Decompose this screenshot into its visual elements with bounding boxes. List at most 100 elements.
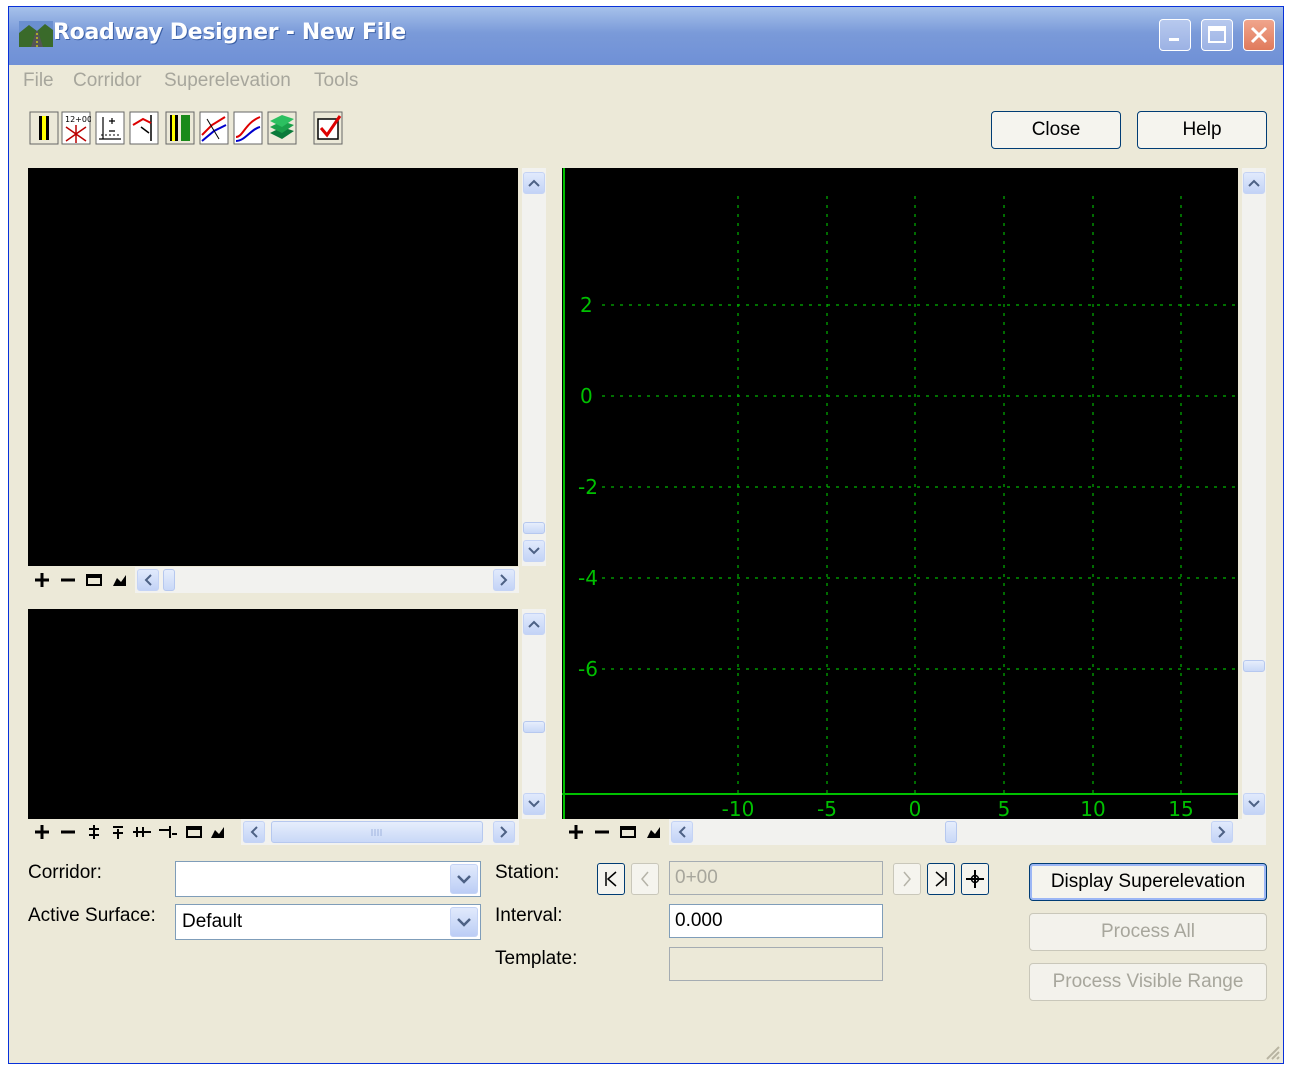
window-title: Roadway Designer - New File bbox=[53, 20, 406, 45]
corridor-dropdown-button[interactable] bbox=[450, 864, 478, 894]
previous-icon bbox=[641, 871, 649, 887]
resize-grip-icon[interactable] bbox=[1261, 1041, 1281, 1061]
active-surface-dropdown[interactable]: Default bbox=[175, 904, 481, 940]
active-surface-label: Active Surface: bbox=[28, 905, 156, 926]
plan-view-pane[interactable] bbox=[28, 168, 518, 566]
vertical-exaggerate-icon[interactable] bbox=[83, 821, 105, 843]
chevron-right-icon bbox=[500, 826, 508, 838]
close-button[interactable]: Close bbox=[991, 111, 1121, 149]
template-label: Template: bbox=[495, 948, 578, 969]
plan-view-vscroll[interactable] bbox=[522, 168, 546, 566]
menu-corridor[interactable]: Corridor bbox=[73, 70, 142, 92]
interval-field[interactable]: 0.000 bbox=[669, 904, 883, 938]
target-aliasing-icon[interactable] bbox=[267, 111, 297, 145]
scroll-right-button[interactable] bbox=[493, 821, 515, 843]
chevron-down-icon bbox=[1248, 800, 1260, 808]
station-lock-icon[interactable]: 12+00 bbox=[61, 111, 91, 145]
active-surface-dropdown-button[interactable] bbox=[450, 907, 478, 937]
station-field[interactable]: 0+00 bbox=[669, 861, 883, 895]
process-visible-range-button[interactable]: Process Visible Range bbox=[1029, 963, 1267, 1001]
x-tick-label: -10 bbox=[722, 797, 755, 819]
scroll-up-button[interactable] bbox=[1243, 172, 1265, 194]
station-label: Station: bbox=[495, 862, 560, 883]
scroll-right-button[interactable] bbox=[493, 569, 515, 591]
zoom-in-icon[interactable] bbox=[31, 569, 53, 591]
superelevation-view-vscroll[interactable] bbox=[1242, 168, 1266, 819]
scroll-right-button[interactable] bbox=[1211, 821, 1233, 843]
y-tick-label: -6 bbox=[578, 657, 598, 681]
scroll-left-button[interactable] bbox=[671, 821, 693, 843]
zoom-out-icon[interactable] bbox=[57, 569, 79, 591]
cross-section-hscroll[interactable] bbox=[241, 819, 519, 845]
cross-section-vscroll[interactable] bbox=[522, 609, 546, 819]
minimize-button[interactable] bbox=[1159, 19, 1191, 51]
point-controls-icon[interactable] bbox=[165, 111, 195, 145]
menu-bar: File Corridor Superelevation Tools bbox=[9, 65, 1283, 95]
scroll-thumb[interactable] bbox=[523, 721, 545, 733]
menu-tools[interactable]: Tools bbox=[314, 70, 358, 92]
corridor-dropdown[interactable] bbox=[175, 861, 481, 897]
window-area-icon[interactable] bbox=[617, 821, 639, 843]
menu-file[interactable]: File bbox=[23, 70, 54, 92]
scroll-down-button[interactable] bbox=[523, 540, 545, 562]
last-station-button[interactable] bbox=[927, 863, 955, 895]
next-icon bbox=[903, 871, 911, 887]
dense-points-icon[interactable] bbox=[95, 111, 125, 145]
alignment-icon[interactable] bbox=[129, 111, 159, 145]
scroll-thumb[interactable] bbox=[271, 821, 483, 843]
chevron-up-icon bbox=[1248, 179, 1260, 187]
window-close-button[interactable] bbox=[1243, 19, 1275, 51]
chevron-down-icon bbox=[457, 918, 471, 927]
locate-station-button[interactable] bbox=[961, 863, 989, 895]
zoom-in-icon[interactable] bbox=[31, 821, 53, 843]
plan-view-hscroll[interactable] bbox=[135, 567, 519, 593]
scroll-thumb[interactable] bbox=[1243, 660, 1265, 672]
scroll-down-button[interactable] bbox=[1243, 793, 1265, 815]
superelevation-grid: 2 0 -2 -4 -6 -10 -5 0 5 10 15 bbox=[562, 168, 1238, 821]
display-settings-icon[interactable] bbox=[313, 111, 343, 145]
scroll-thumb[interactable] bbox=[163, 569, 175, 591]
next-station-button[interactable] bbox=[893, 863, 921, 895]
scroll-thumb[interactable] bbox=[945, 821, 957, 843]
maximize-icon bbox=[1208, 26, 1226, 43]
first-station-button[interactable] bbox=[597, 863, 625, 895]
crosshair-icon bbox=[966, 870, 984, 888]
horizontal-exaggerate-icon[interactable] bbox=[131, 821, 153, 843]
help-button[interactable]: Help bbox=[1137, 111, 1267, 149]
chevron-right-icon bbox=[1218, 826, 1226, 838]
fit-view-icon[interactable] bbox=[643, 821, 665, 843]
window-area-icon[interactable] bbox=[183, 821, 205, 843]
scroll-left-button[interactable] bbox=[137, 569, 159, 591]
zoom-out-icon[interactable] bbox=[591, 821, 613, 843]
roadway-designer-window: Roadway Designer - New File File Corrido… bbox=[8, 6, 1284, 1064]
previous-station-button[interactable] bbox=[631, 863, 659, 895]
superelevation-view-hscroll[interactable] bbox=[669, 819, 1266, 845]
window-area-icon[interactable] bbox=[83, 569, 105, 591]
y-tick-label: 2 bbox=[580, 293, 593, 317]
parametric-constraints-icon[interactable] bbox=[199, 111, 229, 145]
road-app-icon bbox=[19, 21, 53, 47]
y-tick-label: 0 bbox=[580, 384, 593, 408]
scroll-up-button[interactable] bbox=[523, 613, 545, 635]
maximize-button[interactable] bbox=[1201, 19, 1233, 51]
scroll-thumb[interactable] bbox=[523, 522, 545, 534]
horizontal-reduce-icon[interactable] bbox=[157, 821, 179, 843]
zoom-out-icon[interactable] bbox=[57, 821, 79, 843]
superelevation-icon[interactable] bbox=[233, 111, 263, 145]
scroll-down-button[interactable] bbox=[523, 793, 545, 815]
fit-view-icon[interactable] bbox=[109, 569, 131, 591]
display-superelevation-button[interactable]: Display Superelevation bbox=[1029, 863, 1267, 901]
vertical-reduce-icon[interactable] bbox=[107, 821, 129, 843]
menu-superelevation[interactable]: Superelevation bbox=[164, 70, 291, 92]
zoom-in-icon[interactable] bbox=[565, 821, 587, 843]
template-icon[interactable] bbox=[29, 111, 59, 145]
scroll-left-button[interactable] bbox=[243, 821, 265, 843]
template-field[interactable] bbox=[669, 947, 883, 981]
title-bar[interactable]: Roadway Designer - New File bbox=[9, 7, 1283, 65]
cross-section-pane[interactable] bbox=[28, 609, 518, 819]
scroll-up-button[interactable] bbox=[523, 172, 545, 194]
superelevation-view-pane[interactable]: 2 0 -2 -4 -6 -10 -5 0 5 10 15 bbox=[562, 168, 1238, 821]
svg-text:12+00: 12+00 bbox=[65, 115, 91, 124]
process-all-button[interactable]: Process All bbox=[1029, 913, 1267, 951]
fit-view-icon[interactable] bbox=[207, 821, 229, 843]
